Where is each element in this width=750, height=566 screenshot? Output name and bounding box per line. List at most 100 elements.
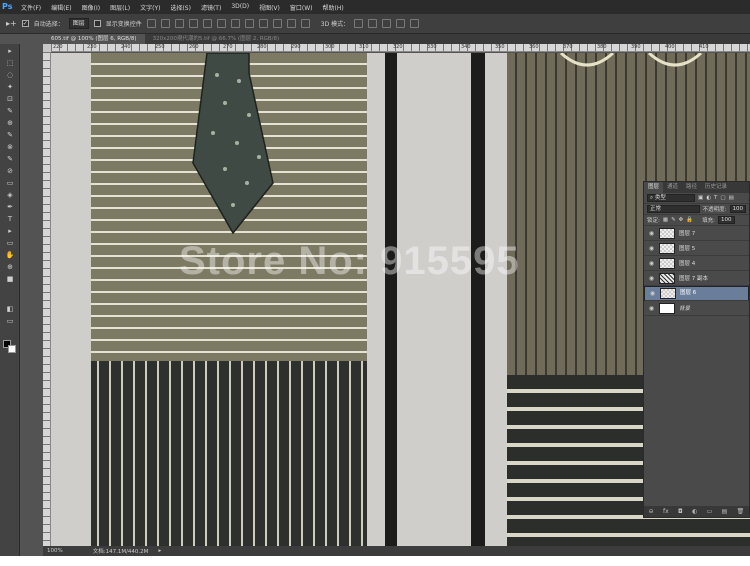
layer-filter-dropdown[interactable]: ⌕ 类型 <box>647 194 695 202</box>
tool-icon[interactable]: ◧ <box>3 304 17 314</box>
fill-value[interactable]: 100 <box>718 216 735 224</box>
3d-pan-icon[interactable] <box>382 19 392 28</box>
horizontal-ruler[interactable]: 220 230 240 250 260 270 280 290 300 310 320 330 340 3… <box>51 44 750 52</box>
menu-item[interactable]: 文件(F) <box>16 3 46 12</box>
layer-row[interactable]: ◉ 图层 6 <box>644 286 749 301</box>
layers-footer-icon[interactable]: fx <box>663 508 669 515</box>
tool-icon[interactable]: ◌ <box>3 70 17 80</box>
menu-item[interactable]: 选择(S) <box>165 3 196 12</box>
distribute-right-icon[interactable] <box>300 19 310 28</box>
tool-icon[interactable]: ▸ <box>3 226 17 236</box>
lock-all-icon[interactable]: 🔒 <box>686 217 693 223</box>
tab-channels[interactable]: 通道 <box>663 182 682 193</box>
tab-history[interactable]: 历史记录 <box>701 182 731 193</box>
tool-icon[interactable]: ⊕ <box>3 262 17 272</box>
tool-icon[interactable]: ⊗ <box>3 142 17 152</box>
tool-icon[interactable]: ▭ <box>3 316 17 326</box>
align-left-icon[interactable] <box>188 19 198 28</box>
background-color-swatch[interactable] <box>8 345 16 353</box>
layer-name: 图层 5 <box>679 246 696 252</box>
filter-adjust-icon[interactable]: ◐ <box>706 195 711 201</box>
eye-icon[interactable]: ◉ <box>648 245 655 252</box>
distribute-middle-icon[interactable] <box>244 19 254 28</box>
tool-icon[interactable]: ◈ <box>3 190 17 200</box>
ruler-origin[interactable] <box>43 44 51 52</box>
align-bottom-icon[interactable] <box>174 19 184 28</box>
tool-icon[interactable]: ⊘ <box>3 166 17 176</box>
tool-icon[interactable]: ✋ <box>3 250 17 260</box>
3d-roll-icon[interactable] <box>368 19 378 28</box>
zoom-level[interactable]: 100% <box>47 548 63 554</box>
menu-item[interactable]: 文字(Y) <box>135 3 165 12</box>
tool-icon[interactable]: ■ <box>3 274 17 284</box>
menu-item[interactable]: 视图(V) <box>254 3 285 12</box>
opacity-value[interactable]: 100 <box>729 205 746 213</box>
show-transform-checkbox[interactable] <box>93 20 101 27</box>
filter-type-icon[interactable]: T <box>714 195 717 201</box>
menu-item[interactable]: 图层(L) <box>105 3 135 12</box>
tool-icon[interactable]: ✎ <box>3 106 17 116</box>
distribute-left-icon[interactable] <box>272 19 282 28</box>
filter-shape-icon[interactable]: ▢ <box>720 195 725 201</box>
tool-icon[interactable]: ⊡ <box>3 94 17 104</box>
tool-icon[interactable]: ⬚ <box>3 58 17 68</box>
layers-footer-icon[interactable]: 🗑 <box>737 508 745 515</box>
layer-row[interactable]: ◉ 图层 5 <box>644 241 749 256</box>
menu-item[interactable]: 3D(D) <box>226 3 254 12</box>
align-right-icon[interactable] <box>216 19 226 28</box>
lock-transparent-icon[interactable]: ▦ <box>663 217 668 223</box>
vertical-ruler[interactable] <box>43 52 51 546</box>
filter-smart-icon[interactable]: ▤ <box>729 195 734 201</box>
lock-paint-icon[interactable]: ✎ <box>671 217 676 223</box>
layers-footer-icon[interactable]: ⊖ <box>649 508 654 515</box>
tool-icon[interactable]: ✦ <box>3 82 17 92</box>
auto-select-dropdown[interactable]: 图层 <box>68 18 89 29</box>
layers-footer-icon[interactable]: ◘ <box>678 508 683 515</box>
move-tool-icon[interactable]: ▸+ <box>6 19 17 28</box>
blend-mode-dropdown[interactable]: 正常 <box>647 205 700 213</box>
eye-icon[interactable]: ◉ <box>648 305 655 312</box>
3d-scale-icon[interactable] <box>410 19 420 28</box>
eye-icon[interactable]: ◉ <box>648 260 655 267</box>
tab-layers[interactable]: 图层 <box>644 182 664 193</box>
tab-320x200[interactable]: 320x200現代潮的5.tif @ 66.7% (图层 2, RGB/8) <box>145 34 288 44</box>
lock-position-icon[interactable]: ✥ <box>679 217 684 223</box>
tool-icon[interactable]: ▭ <box>3 178 17 188</box>
align-middle-icon[interactable] <box>160 19 170 28</box>
menu-item[interactable]: 窗口(W) <box>285 3 318 12</box>
tool-icon[interactable]: ▭ <box>3 238 17 248</box>
menu-item[interactable]: 滤镜(T) <box>196 3 226 12</box>
tool-icon[interactable]: ✎ <box>3 154 17 164</box>
filter-pixel-icon[interactable]: ▣ <box>698 195 703 201</box>
distribute-top-icon[interactable] <box>230 19 240 28</box>
3d-rotate-icon[interactable] <box>354 19 364 28</box>
tool-icon[interactable]: ⊕ <box>3 118 17 128</box>
layer-row[interactable]: ◉ 图层 7 副本 <box>644 271 749 286</box>
eye-icon[interactable]: ◉ <box>648 230 655 237</box>
3d-slide-icon[interactable] <box>396 19 406 28</box>
auto-select-checkbox[interactable]: ✓ <box>21 20 29 27</box>
tab-605[interactable]: 605.tif @ 100% (图层 6, RGB/8) <box>43 34 145 44</box>
menu-item[interactable]: 编辑(E) <box>46 3 76 12</box>
align-center-icon[interactable] <box>202 19 212 28</box>
layers-footer-icon[interactable]: ▭ <box>707 508 713 515</box>
layer-row[interactable]: ◉ 图层 4 <box>644 256 749 271</box>
distribute-bottom-icon[interactable] <box>258 19 268 28</box>
tool-icon[interactable]: ▸ <box>3 46 17 56</box>
layer-row[interactable]: ◉ 背景 <box>644 301 749 316</box>
status-menu-arrow-icon[interactable]: ▸ <box>158 548 161 554</box>
layer-row[interactable]: ◉ 图层 7 <box>644 226 749 241</box>
tool-icon[interactable]: T <box>3 214 17 224</box>
menu-item[interactable]: 图像(I) <box>77 3 105 12</box>
tool-icon[interactable]: ✎ <box>3 130 17 140</box>
layers-footer-icon[interactable]: ◐ <box>692 508 697 515</box>
align-top-icon[interactable] <box>146 19 156 28</box>
eye-icon[interactable]: ◉ <box>649 289 656 298</box>
layers-footer-icon[interactable]: ▤ <box>722 508 728 515</box>
menu-item[interactable]: 帮助(H) <box>318 3 349 12</box>
ruler-tick-label: 340 <box>461 44 471 50</box>
eye-icon[interactable]: ◉ <box>648 275 655 282</box>
distribute-center-icon[interactable] <box>286 19 296 28</box>
tab-paths[interactable]: 路径 <box>682 182 701 193</box>
tool-icon[interactable]: ✒ <box>3 202 17 212</box>
